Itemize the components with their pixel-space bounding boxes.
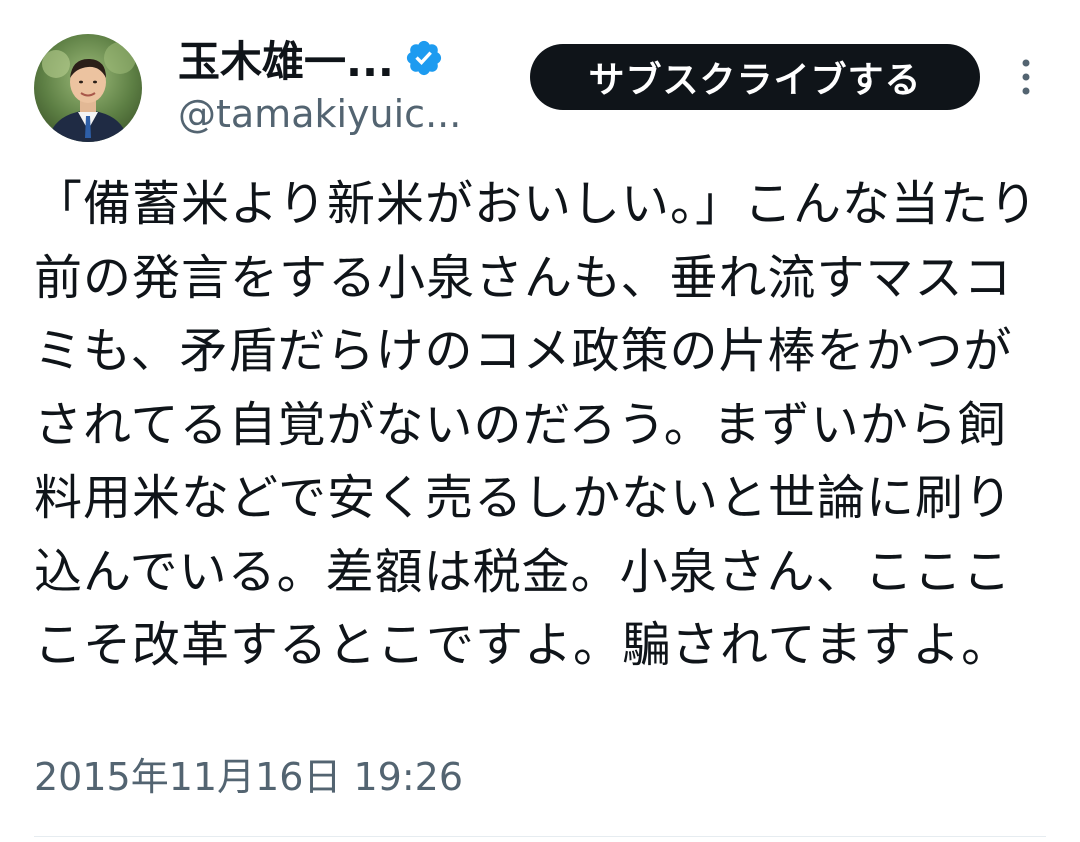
- author-block[interactable]: 玉木雄一... @tamakiyuic...: [178, 30, 518, 137]
- subscribe-button[interactable]: サブスクライブする: [530, 44, 980, 110]
- divider: [34, 836, 1046, 837]
- verified-badge-icon[interactable]: [404, 38, 444, 78]
- tweet-card: 玉木雄一... @tamakiyuic... サブスクライブする 「備蓄米より新…: [0, 0, 1080, 842]
- display-name[interactable]: 玉木雄一...: [178, 28, 394, 89]
- tweet-text: 「備蓄米より新米がおいしい。」こんな当たり前の発言をする小泉さんも、垂れ流すマス…: [34, 176, 1039, 673]
- user-handle[interactable]: @tamakiyuic...: [178, 92, 518, 136]
- avatar[interactable]: [34, 34, 142, 142]
- avatar-image: [34, 34, 142, 142]
- name-row: 玉木雄一...: [178, 30, 518, 86]
- tweet-timestamp[interactable]: 2015年11月16日 19:26: [34, 746, 463, 801]
- more-vertical-icon[interactable]: [1012, 56, 1040, 98]
